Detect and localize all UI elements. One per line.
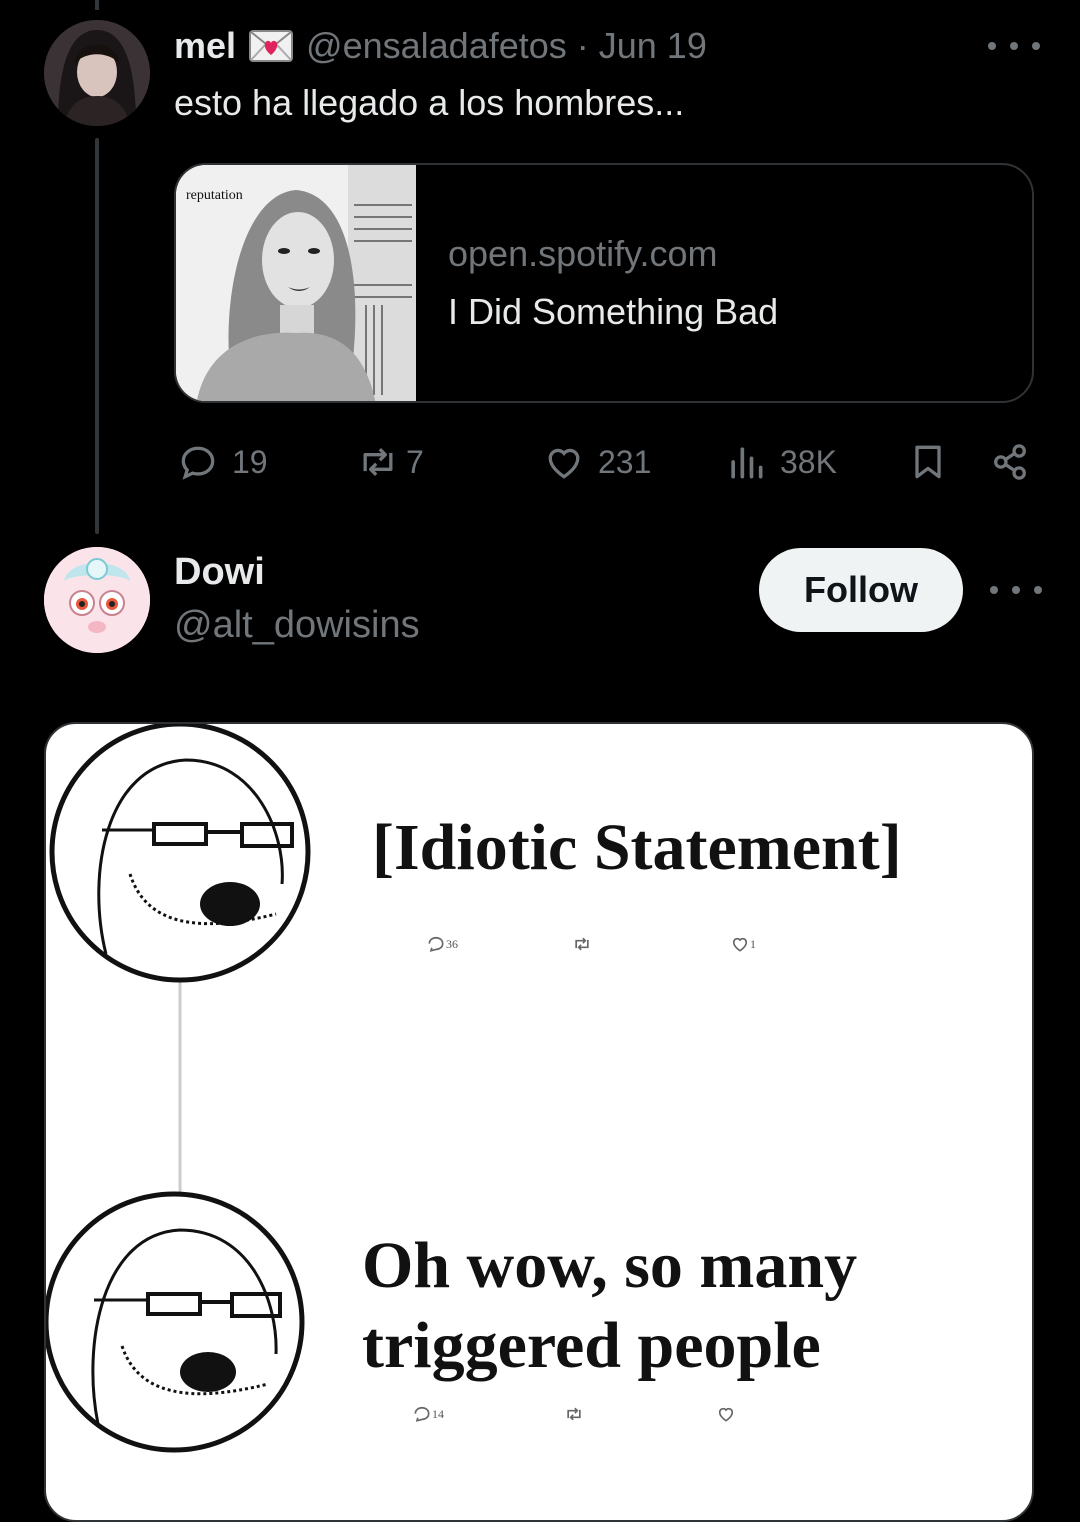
views-button[interactable]: 38K: [724, 440, 837, 484]
views-count: 38K: [780, 443, 837, 480]
link-card[interactable]: reputation open.spotify.com I Did Someth…: [174, 163, 1034, 403]
more-icon[interactable]: [988, 36, 1040, 56]
like-icon: [732, 937, 748, 952]
meme-top-text: [Idiotic Statement]: [372, 811, 902, 884]
thread-line-top: [95, 0, 99, 10]
avatar-mel[interactable]: [44, 20, 150, 126]
bookmark-icon: [915, 445, 941, 479]
like-icon: [718, 1407, 734, 1422]
reply-icon: [181, 446, 215, 480]
meme-bottom-reply-count: 14: [432, 1406, 444, 1421]
meme-top-reply-count: 36: [446, 936, 458, 951]
repost-count: 7: [406, 443, 424, 480]
meme-bottom-line2: triggered people: [362, 1309, 821, 1382]
author-handle[interactable]: @ensaladafetos: [306, 25, 567, 67]
tweet-date[interactable]: Jun 19: [599, 25, 707, 67]
card-title: I Did Something Bad: [448, 291, 779, 332]
reply-icon: [414, 1406, 430, 1422]
like-count: 231: [598, 443, 652, 480]
meme-top-like: 1: [730, 934, 756, 954]
meme-top-repost: [572, 934, 592, 954]
repost-icon: [575, 937, 589, 951]
meme-image[interactable]: [Idiotic Statement] 36 1 Oh wow, so many…: [44, 722, 1034, 1522]
reply-button[interactable]: 19: [176, 440, 268, 484]
follow-button[interactable]: Follow: [759, 548, 963, 632]
album-cover-text: reputation: [186, 188, 243, 203]
repost-icon: [567, 1407, 581, 1421]
album-cover: reputation: [176, 165, 416, 401]
share-button[interactable]: [988, 440, 1032, 484]
views-icon: [731, 447, 763, 479]
reply-count: 19: [232, 443, 268, 480]
bookmark-button[interactable]: [906, 440, 950, 484]
share-icon: [994, 444, 1026, 480]
tweet-actions: 19 7 231 38K: [0, 440, 1080, 484]
more-icon[interactable]: [990, 580, 1042, 600]
tweet-text: esto ha llegado a los hombres...: [174, 82, 685, 123]
meme-bottom-like: [716, 1404, 736, 1424]
reply-author-name[interactable]: Dowi: [174, 551, 265, 594]
meme-top-reply: 36: [426, 934, 458, 954]
meme-bottom-reply: 14: [412, 1404, 444, 1424]
envelope-heart-icon: [249, 30, 294, 62]
reply-icon: [428, 936, 444, 952]
like-button[interactable]: 231: [542, 440, 651, 484]
repost-icon: [363, 447, 393, 477]
avatar-dowi[interactable]: [44, 547, 150, 653]
reply-author-handle[interactable]: @alt_dowisins: [174, 604, 420, 647]
repost-button[interactable]: 7: [356, 440, 424, 484]
meme-bottom-line1: Oh wow, so many: [362, 1229, 858, 1302]
like-icon: [548, 448, 580, 479]
separator: ·: [576, 25, 589, 66]
meme-bottom-repost: [564, 1404, 584, 1424]
card-domain: open.spotify.com: [448, 233, 718, 274]
tweet-header: mel @ensaladafetos · Jun 19: [174, 24, 707, 68]
meme-bottom-text: Oh wow, so many triggered people: [362, 1226, 857, 1386]
meme-top-like-count: 1: [750, 936, 756, 951]
author-name[interactable]: mel: [174, 25, 236, 67]
